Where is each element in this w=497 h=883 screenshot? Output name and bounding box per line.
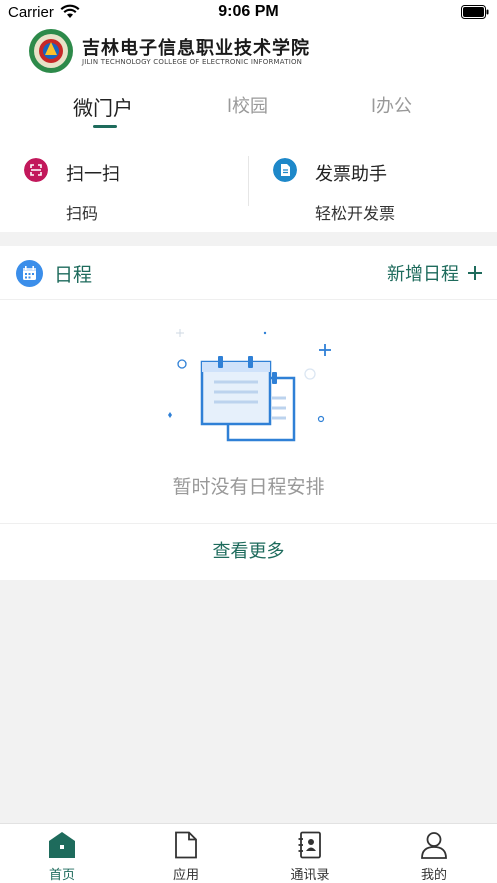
empty-schedule-text: 暂时没有日程安排	[172, 476, 325, 498]
nav-home[interactable]: 首页	[0, 824, 124, 883]
bottom-nav: 首页 应用 通讯录 我的	[0, 823, 497, 883]
calendar-icon	[16, 260, 43, 287]
active-tab-indicator	[93, 125, 117, 128]
nav-contacts-label: 通讯录	[290, 868, 330, 883]
schedule-header: 日程 新增日程	[0, 246, 497, 300]
schedule-title: 日程	[54, 264, 93, 286]
scan-subtitle: 扫码	[66, 204, 99, 223]
empty-schedule-illustration-icon	[168, 329, 331, 442]
scan-title: 扫一扫	[66, 164, 120, 185]
scan-action[interactable]: 扫一扫 扫码	[0, 136, 248, 232]
tab-campus[interactable]: l校园	[227, 92, 268, 118]
invoice-action[interactable]: 发票助手 轻松开发票	[249, 136, 497, 232]
home-icon	[49, 832, 75, 858]
school-name-en: JILIN TECHNOLOGY COLLEGE OF ELECTRONIC I…	[82, 58, 303, 66]
nav-profile-label: 我的	[420, 868, 447, 883]
scan-icon	[24, 158, 48, 182]
status-bar: Carrier 9:06 PM	[0, 0, 497, 26]
battery-icon	[461, 5, 489, 19]
add-schedule-button[interactable]: 新增日程	[387, 260, 483, 286]
portal-tabs: 微门户 l校园 l办公	[0, 80, 497, 136]
app-header: 吉林电子信息职业技术学院 JILIN TECHNOLOGY COLLEGE OF…	[0, 26, 497, 80]
clock: 9:06 PM	[218, 3, 279, 20]
nav-home-label: 首页	[48, 868, 75, 883]
invoice-icon	[273, 158, 297, 182]
nav-contacts[interactable]: 通讯录	[248, 824, 372, 883]
schedule-card: 日程 新增日程 暂时没有日程安排 查看更多	[0, 246, 497, 580]
user-icon	[421, 832, 447, 859]
nav-apps-label: 应用	[172, 868, 199, 883]
school-name-cn: 吉林电子信息职业技术学院	[82, 38, 310, 59]
quick-actions: 扫一扫 扫码 发票助手 轻松开发票	[0, 136, 497, 232]
contacts-icon	[298, 831, 321, 859]
tab-office[interactable]: l办公	[371, 92, 412, 118]
school-emblem-icon	[29, 29, 73, 73]
plus-icon	[468, 266, 482, 280]
add-schedule-label: 新增日程	[387, 264, 459, 285]
nav-profile[interactable]: 我的	[372, 824, 496, 883]
view-more-button[interactable]: 查看更多	[0, 523, 497, 580]
invoice-subtitle: 轻松开发票	[315, 204, 396, 223]
invoice-title: 发票助手	[315, 164, 387, 185]
document-icon	[175, 831, 197, 859]
tab-micro-portal[interactable]: 微门户	[73, 92, 133, 121]
nav-apps[interactable]: 应用	[124, 824, 248, 883]
